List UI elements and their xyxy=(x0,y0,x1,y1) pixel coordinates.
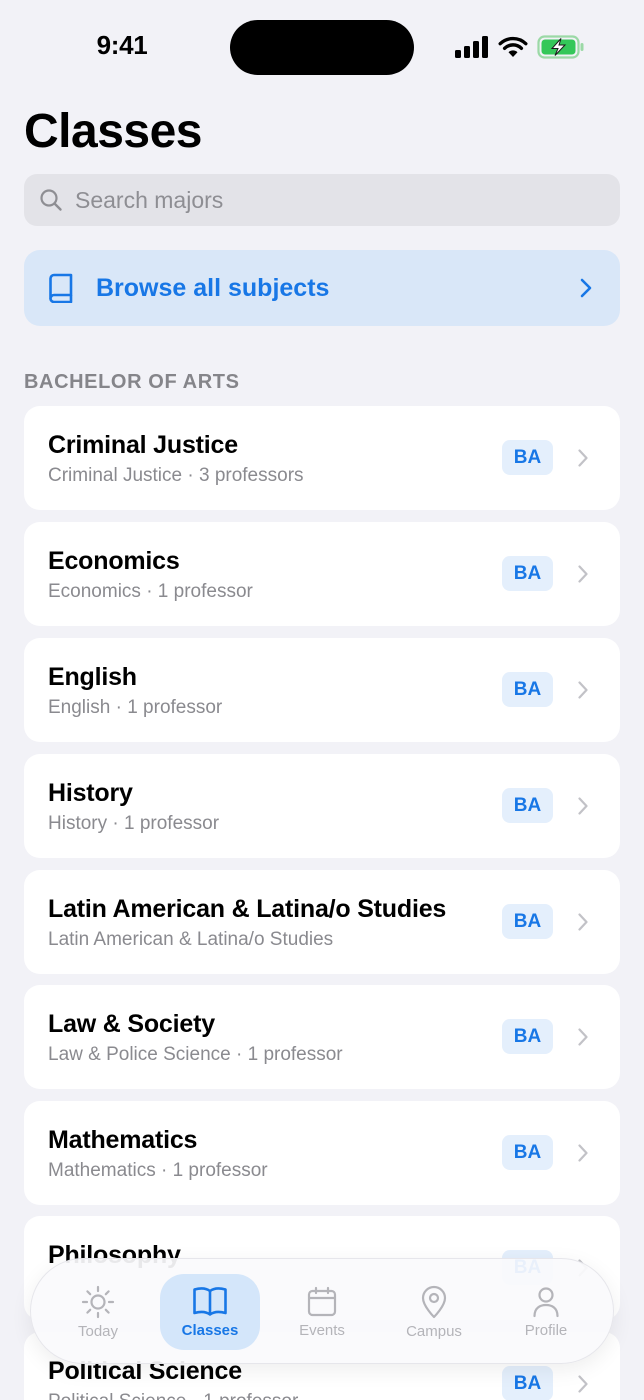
tab-events[interactable]: Events xyxy=(272,1274,372,1350)
major-subtitle: Mathematics · 1 professor xyxy=(48,1160,268,1181)
tab-profile[interactable]: Profile xyxy=(496,1274,596,1350)
chevron-right-icon xyxy=(578,1144,588,1162)
status-bar: 9:41 xyxy=(0,0,644,96)
degree-badge: BA xyxy=(502,904,553,939)
chevron-right-icon xyxy=(578,565,588,583)
major-card-latin-american-studies[interactable]: Latin American & Latina/o Studies Latin … xyxy=(24,870,620,974)
major-card-law-and-society[interactable]: Law & Society Law & Police Science · 1 p… xyxy=(24,985,620,1089)
search-placeholder: Search majors xyxy=(75,186,224,213)
major-subtitle: History · 1 professor xyxy=(48,813,220,834)
chevron-right-icon xyxy=(578,449,588,467)
major-card-mathematics[interactable]: Mathematics Mathematics · 1 professor BA xyxy=(24,1101,620,1205)
major-title: Criminal Justice xyxy=(48,431,238,459)
major-title: Economics xyxy=(48,547,180,575)
major-subtitle: English · 1 professor xyxy=(48,697,223,718)
degree-badge: BA xyxy=(502,556,553,591)
browse-all-subjects-button[interactable]: Browse all subjects xyxy=(24,250,620,326)
tab-profile-label: Profile xyxy=(524,1321,568,1339)
degree-badge: BA xyxy=(502,440,553,475)
major-card-history[interactable]: History History · 1 professor BA xyxy=(24,754,620,858)
tab-today-label: Today xyxy=(77,1322,119,1340)
status-icons xyxy=(455,34,585,60)
major-card-english[interactable]: English English · 1 professor BA xyxy=(24,638,620,742)
cellular-signal-icon xyxy=(455,36,488,58)
book-icon xyxy=(49,273,73,303)
major-subtitle: Economics · 1 professor xyxy=(48,581,253,602)
search-icon xyxy=(40,189,62,211)
calendar-icon xyxy=(307,1286,337,1316)
book-open-icon xyxy=(193,1286,227,1316)
major-card-criminal-justice[interactable]: Criminal Justice Criminal Justice · 3 pr… xyxy=(24,406,620,510)
degree-badge: BA xyxy=(502,788,553,823)
search-input[interactable]: Search majors xyxy=(24,174,620,226)
chevron-right-icon xyxy=(578,797,588,815)
major-card-economics[interactable]: Economics Economics · 1 professor BA xyxy=(24,522,620,626)
tab-classes-label: Classes xyxy=(181,1321,239,1339)
tab-bar: Today Classes Events Campus Profile xyxy=(30,1258,614,1364)
degree-badge: BA xyxy=(502,1366,553,1400)
major-title: Latin American & Latina/o Studies xyxy=(48,895,447,923)
tab-campus-label: Campus xyxy=(406,1322,462,1340)
major-title: History xyxy=(48,779,133,807)
wifi-icon xyxy=(498,36,528,57)
page-title: Classes xyxy=(24,105,202,158)
browse-all-subjects-label: Browse all subjects xyxy=(96,273,330,302)
tab-classes[interactable]: Classes xyxy=(160,1274,260,1350)
degree-badge: BA xyxy=(502,1019,553,1054)
chevron-right-icon xyxy=(580,278,592,298)
chevron-right-icon xyxy=(578,913,588,931)
section-header-bachelor-of-arts: BACHELOR OF ARTS xyxy=(24,371,240,393)
tab-campus[interactable]: Campus xyxy=(384,1274,484,1350)
dynamic-island xyxy=(230,20,414,75)
battery-charging-icon xyxy=(537,35,584,59)
tab-events-label: Events xyxy=(299,1321,345,1339)
chevron-right-icon xyxy=(578,1028,588,1046)
sun-icon xyxy=(81,1285,115,1318)
major-title: English xyxy=(48,663,137,691)
major-subtitle: Criminal Justice · 3 professors xyxy=(48,465,304,486)
major-subtitle: Latin American & Latina/o Studies xyxy=(48,929,334,950)
status-time: 9:41 xyxy=(96,30,148,60)
major-title: Mathematics xyxy=(48,1126,198,1154)
person-icon xyxy=(533,1286,559,1317)
major-title: Law & Society xyxy=(48,1010,215,1038)
chevron-right-icon xyxy=(578,1375,588,1393)
degree-badge: BA xyxy=(502,1135,553,1170)
major-subtitle: Law & Police Science · 1 professor xyxy=(48,1044,343,1065)
tab-today[interactable]: Today xyxy=(48,1274,148,1350)
chevron-right-icon xyxy=(578,681,588,699)
major-subtitle: Political Science · 1 professor xyxy=(48,1391,298,1400)
map-pin-icon xyxy=(421,1285,447,1318)
degree-badge: BA xyxy=(502,672,553,707)
